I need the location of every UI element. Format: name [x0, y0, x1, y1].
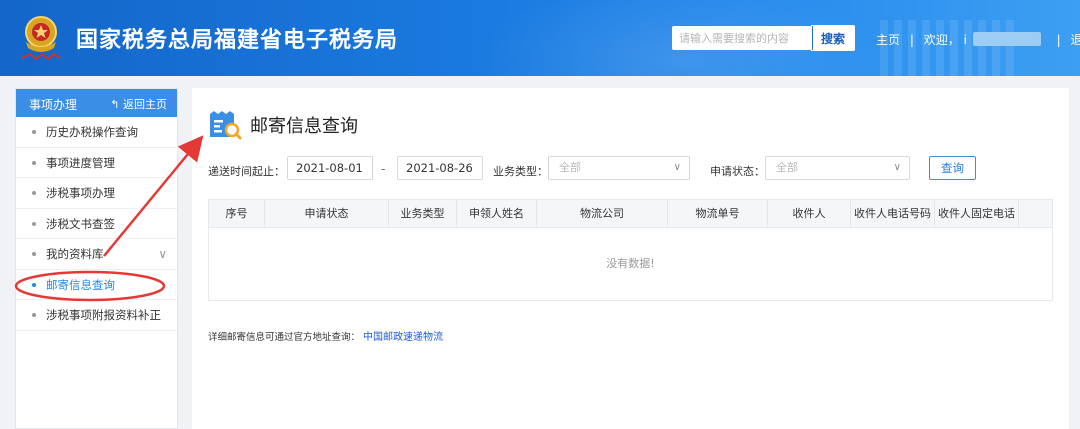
logout-link[interactable]: 退出 [1070, 31, 1080, 48]
username-redacted [972, 32, 1041, 46]
back-arrow-icon: ↰ [110, 98, 120, 111]
sidebar-item-label: 涉税事项附报资料补正 [46, 308, 161, 322]
sidebar-item-label: 涉税文书查签 [46, 216, 115, 231]
status-select[interactable]: 全部 ∨ [765, 156, 910, 180]
biz-type-label: 业务类型： [493, 165, 548, 178]
sidebar-item-tax-matters[interactable]: 涉税事项办理 [16, 178, 177, 209]
column-header[interactable]: 收件人电话号码 [851, 200, 935, 227]
sidebar-item-label: 历史办税操作查询 [46, 125, 138, 139]
sidebar-item-label: 我的资料库 [46, 247, 104, 261]
sidebar-item-my-library[interactable]: 我的资料库 ∨ [16, 239, 177, 270]
status-label: 申请状态： [710, 165, 765, 178]
bullet-icon [32, 160, 36, 165]
link-separator: | [909, 33, 914, 47]
date-end-field[interactable]: 2021-08-26 [397, 156, 483, 180]
biz-type-value: 全部 [559, 161, 581, 174]
search-button[interactable]: 搜索 [811, 25, 855, 51]
date-start-field[interactable]: 2021-08-01 [287, 156, 373, 180]
sidebar-item-progress[interactable]: 事项进度管理 [16, 148, 177, 178]
chevron-down-icon: ∨ [893, 162, 901, 173]
results-table: 序号 申请状态 业务类型 申领人姓名 物流公司 物流单号 收件人 收件人电话号码… [208, 199, 1053, 301]
sidebar-item-label: 邮寄信息查询 [46, 277, 115, 292]
header-decoration-stripes [880, 20, 1020, 76]
bullet-icon [32, 221, 36, 226]
page-title: 邮寄信息查询 [250, 116, 358, 137]
empty-table-message: 没有数据! [606, 257, 655, 270]
mail-query-icon [210, 111, 242, 140]
bullet-icon [32, 252, 36, 256]
welcome-initial: i [963, 33, 967, 47]
tax-emblem-icon [21, 16, 61, 61]
sidebar-header: 事项办理 ↰ 返回主页 [16, 89, 177, 117]
tracking-note: 详细邮寄信息可通过官方地址查询： 中国邮政速递物流 [208, 328, 443, 343]
home-link[interactable]: 主页 [876, 31, 900, 48]
status-value: 全部 [776, 161, 798, 174]
sidebar-item-mail-query[interactable]: 邮寄信息查询 [16, 270, 177, 300]
biz-type-select[interactable]: 全部 ∨ [548, 156, 690, 180]
bullet-icon [32, 282, 36, 287]
sidebar-item-label: 涉税事项办理 [46, 186, 115, 200]
sidebar-item-supplement[interactable]: 涉税事项附报资料补正 [16, 300, 177, 331]
column-header[interactable]: 收件人 [768, 200, 851, 227]
column-header[interactable]: 申领人姓名 [457, 200, 537, 227]
tracking-note-text: 详细邮寄信息可通过官方地址查询： [208, 332, 361, 343]
ems-tracking-link[interactable]: 中国邮政速递物流 [363, 332, 443, 343]
welcome-text: 欢迎， [923, 33, 960, 47]
date-range-label: 递送时间起止： [208, 165, 285, 178]
bullet-icon [32, 313, 36, 317]
back-home-label: 返回主页 [123, 98, 167, 111]
search-input[interactable] [672, 26, 812, 50]
site-title: 国家税务总局福建省电子税务局 [76, 28, 399, 53]
bullet-icon [32, 191, 36, 195]
chevron-down-icon: ∨ [673, 162, 681, 173]
column-header[interactable]: 收件人固定电话 [935, 200, 1019, 227]
table-header: 序号 申请状态 业务类型 申领人姓名 物流公司 物流单号 收件人 收件人电话号码… [209, 200, 1052, 228]
chevron-down-icon: ∨ [158, 247, 167, 261]
sidebar-item-documents[interactable]: 涉税文书查签 [16, 209, 177, 239]
bullet-icon [32, 130, 36, 134]
date-separator: - [381, 162, 386, 176]
sidebar-item-history[interactable]: 历史办税操作查询 [16, 117, 177, 148]
column-header[interactable]: 申请状态 [265, 200, 389, 227]
link-separator: | [1056, 33, 1061, 47]
sidebar: 事项办理 ↰ 返回主页 历史办税操作查询 事项进度管理 涉税事项办理 涉税文书查… [15, 88, 178, 429]
sidebar-title: 事项办理 [29, 98, 78, 112]
top-links: 主页 | 欢迎， i | 退出 [876, 31, 1080, 48]
column-header[interactable]: 物流公司 [537, 200, 668, 227]
top-header: 国家税务总局福建省电子税务局 搜索 主页 | 欢迎， i | 退出 [0, 0, 1080, 76]
column-header[interactable]: 物流单号 [668, 200, 768, 227]
sidebar-item-label: 事项进度管理 [46, 155, 115, 170]
back-home-link[interactable]: ↰ 返回主页 [110, 96, 167, 112]
main-panel: 邮寄信息查询 递送时间起止： 2021-08-01 - 2021-08-26 业… [192, 88, 1069, 429]
column-header[interactable]: 业务类型 [389, 200, 457, 227]
column-header[interactable]: 序号 [209, 200, 265, 227]
query-button[interactable]: 查询 [929, 156, 976, 180]
